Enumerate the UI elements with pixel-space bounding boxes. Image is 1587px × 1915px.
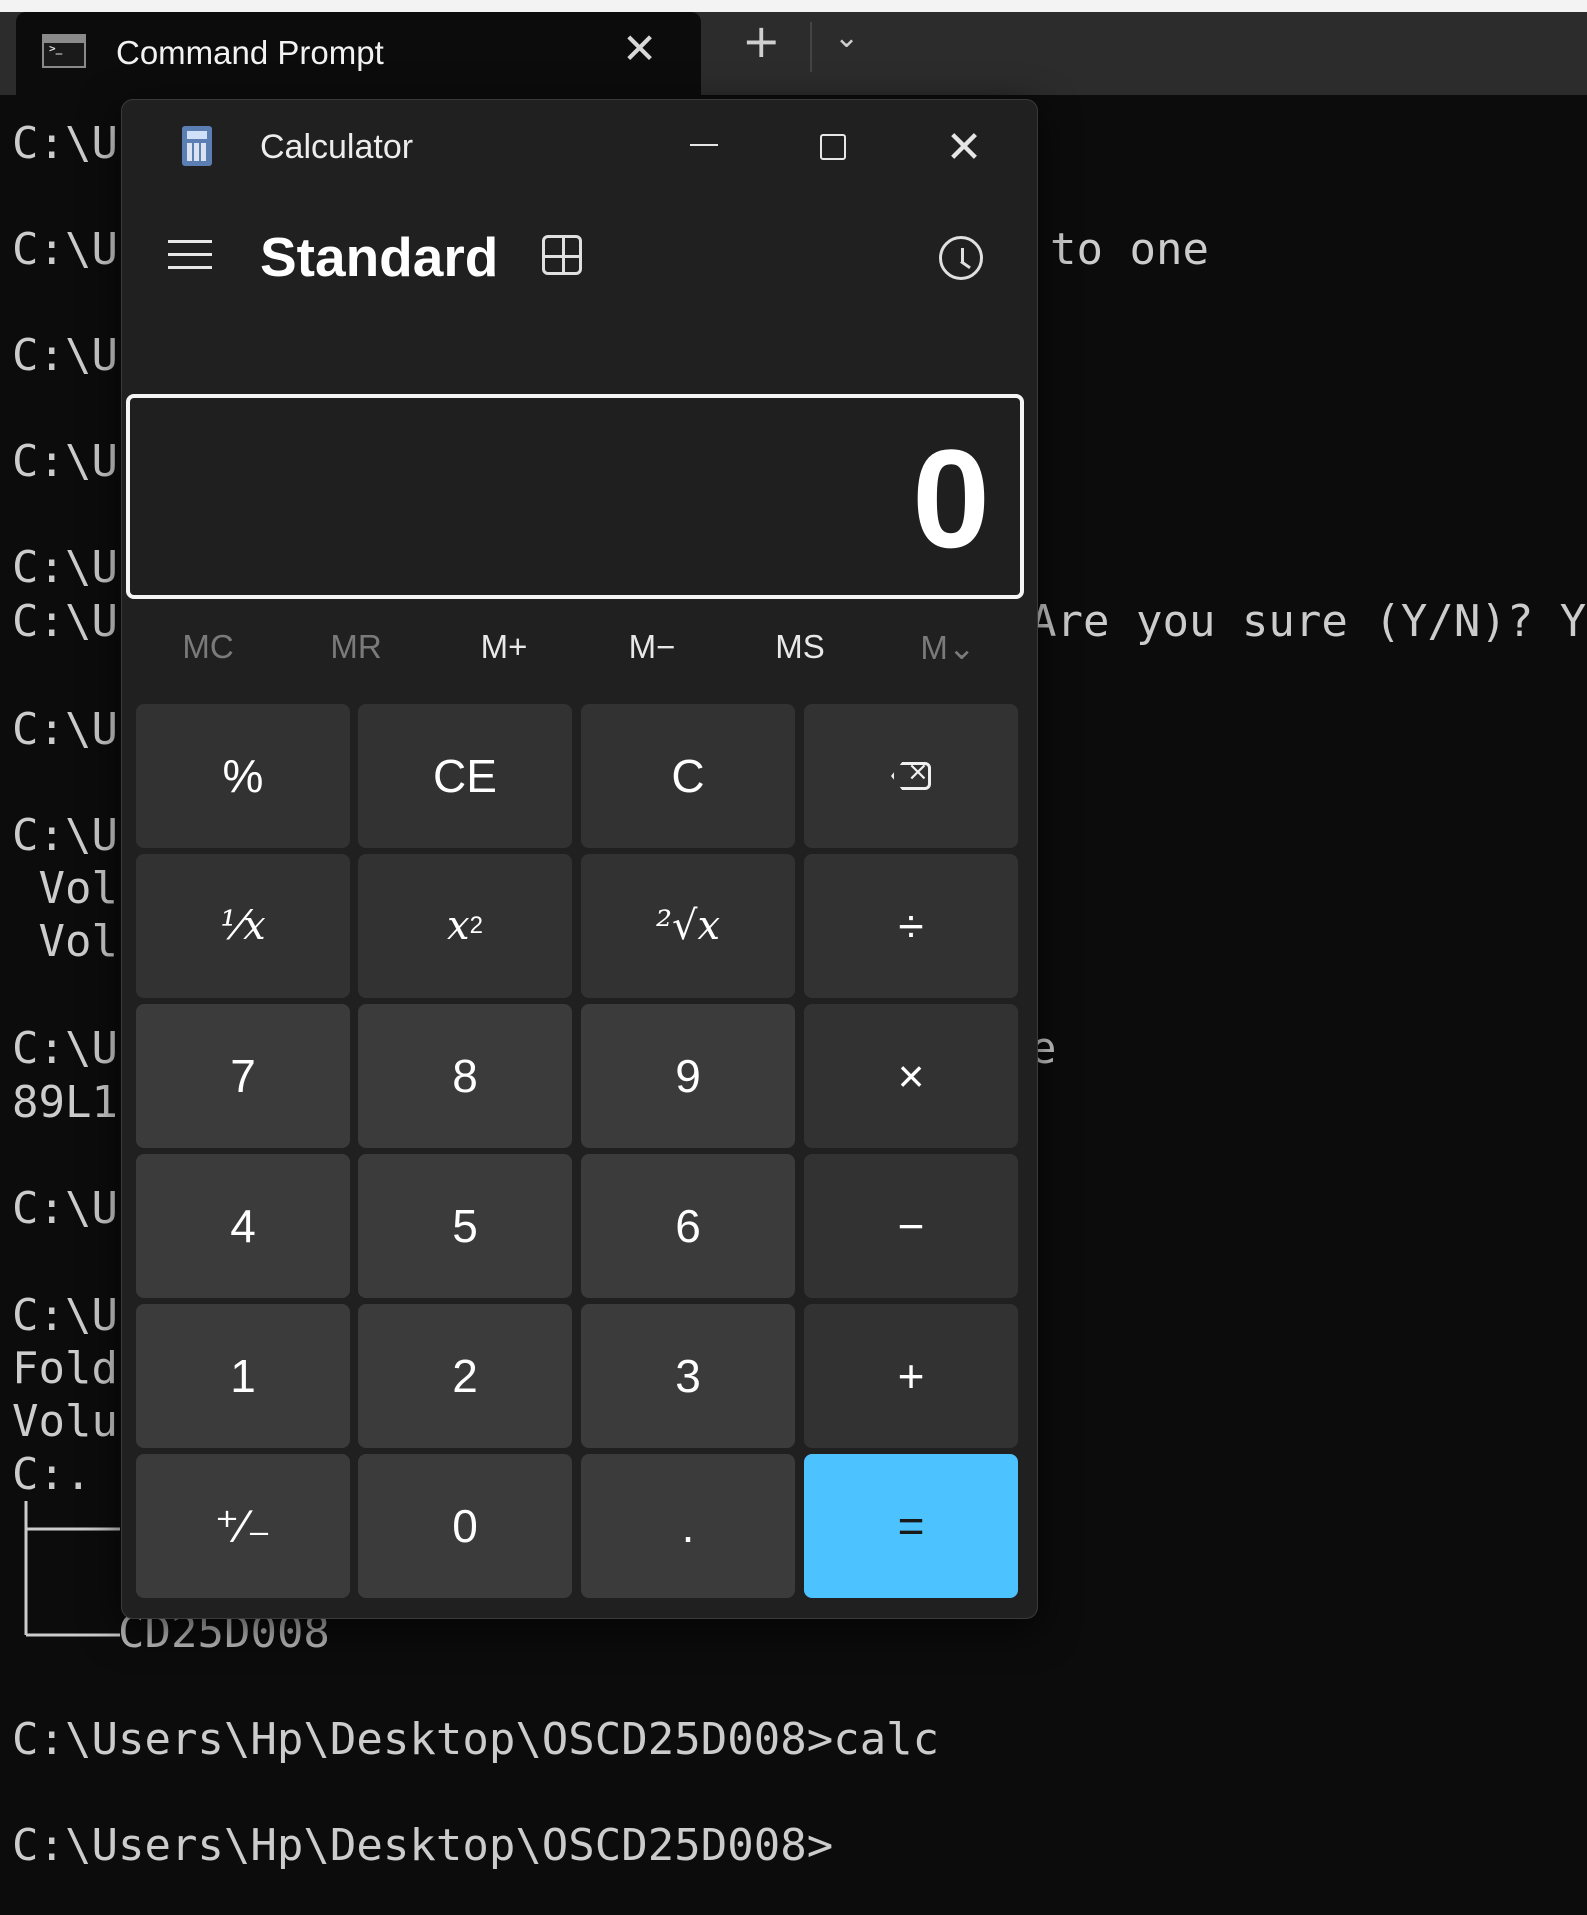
- console-line: C:\U: [12, 542, 118, 593]
- memory-list-button[interactable]: M⌄: [878, 628, 1018, 667]
- square-root-button[interactable]: ²√x: [581, 854, 795, 998]
- digit-2-button[interactable]: 2: [358, 1304, 572, 1448]
- chevron-down-icon[interactable]: ⌄: [834, 20, 859, 55]
- console-line: Volu: [12, 1396, 118, 1447]
- new-tab-button[interactable]: +: [742, 14, 781, 68]
- console-line: C:\U: [12, 704, 118, 755]
- console-line: to one: [1050, 224, 1209, 275]
- clear-button[interactable]: C: [581, 704, 795, 848]
- console-line: C:\U: [12, 810, 118, 861]
- display-value: 0: [912, 420, 990, 577]
- negate-button[interactable]: ⁺∕₋: [136, 1454, 350, 1598]
- console-line: C:\U: [12, 1183, 118, 1234]
- calculator-window: Calculator ✕ Standard 0 MC MR M+ M− MS M…: [121, 99, 1038, 1619]
- console-line: C:.: [12, 1449, 92, 1500]
- console-prompt-calc: C:\Users\Hp\Desktop\OSCD25D008>calc: [12, 1714, 940, 1765]
- history-icon[interactable]: [939, 236, 983, 280]
- square-root-label: ²√x: [655, 903, 721, 949]
- digit-4-button[interactable]: 4: [136, 1154, 350, 1298]
- keep-on-top-icon[interactable]: [542, 235, 586, 279]
- tab-close-icon[interactable]: ✕: [622, 24, 657, 73]
- window-top-edge: [0, 0, 1587, 12]
- multiply-button[interactable]: ×: [804, 1004, 1018, 1148]
- maximize-icon: [820, 134, 846, 160]
- digit-3-button[interactable]: 3: [581, 1304, 795, 1448]
- console-line: 89L1: [12, 1077, 118, 1128]
- memory-subtract-button[interactable]: M−: [582, 628, 722, 666]
- square-button[interactable]: x2: [358, 854, 572, 998]
- digit-5-button[interactable]: 5: [358, 1154, 572, 1298]
- window-title: Calculator: [260, 128, 414, 166]
- backspace-button[interactable]: ×: [804, 704, 1018, 848]
- console-line: Fold: [12, 1343, 118, 1394]
- tab-divider: [810, 22, 812, 72]
- console-line: C:\U: [12, 1023, 118, 1074]
- console-line: C:\U: [12, 1290, 118, 1341]
- decimal-button[interactable]: .: [581, 1454, 795, 1598]
- equals-button[interactable]: =: [804, 1454, 1018, 1598]
- console-prompt[interactable]: C:\Users\Hp\Desktop\OSCD25D008>: [12, 1820, 833, 1872]
- digit-0-button[interactable]: 0: [358, 1454, 572, 1598]
- reciprocal-label: ⅟x: [220, 903, 266, 949]
- mode-title: Standard: [260, 226, 499, 288]
- percent-button[interactable]: %: [136, 704, 350, 848]
- digit-9-button[interactable]: 9: [581, 1004, 795, 1148]
- square-exponent: 2: [469, 912, 483, 939]
- maximize-button[interactable]: [794, 118, 874, 178]
- console-line: C:\U: [12, 118, 118, 169]
- console-line: Are you sure (Y/N)? Y: [1030, 596, 1587, 647]
- reciprocal-button[interactable]: ⅟x: [136, 854, 350, 998]
- digit-1-button[interactable]: 1: [136, 1304, 350, 1448]
- console-line: Vol: [12, 916, 118, 967]
- tab-title: Command Prompt: [116, 34, 384, 71]
- memory-clear-button[interactable]: MC: [138, 628, 278, 666]
- subtract-button[interactable]: −: [804, 1154, 1018, 1298]
- console-line: C:\U: [12, 224, 118, 275]
- clear-entry-button[interactable]: CE: [358, 704, 572, 848]
- console-line: C:\U: [12, 596, 118, 647]
- memory-recall-button[interactable]: MR: [286, 628, 426, 666]
- close-button[interactable]: ✕: [924, 118, 1004, 178]
- minimize-button[interactable]: [664, 118, 744, 178]
- divide-button[interactable]: ÷: [804, 854, 1018, 998]
- console-line: C:\U: [12, 436, 118, 487]
- digit-8-button[interactable]: 8: [358, 1004, 572, 1148]
- menu-icon[interactable]: [168, 238, 212, 272]
- backspace-icon: ×: [891, 757, 931, 790]
- calculator-app-icon: [182, 126, 212, 166]
- console-line: Vol: [12, 863, 118, 914]
- calculator-display: 0: [126, 394, 1024, 599]
- memory-store-button[interactable]: MS: [730, 628, 870, 666]
- add-button[interactable]: +: [804, 1304, 1018, 1448]
- digit-6-button[interactable]: 6: [581, 1154, 795, 1298]
- minimize-icon: [690, 144, 718, 146]
- digit-7-button[interactable]: 7: [136, 1004, 350, 1148]
- command-prompt-icon: [42, 34, 86, 68]
- tab-command-prompt[interactable]: Command Prompt ✕: [16, 12, 701, 95]
- square-label: x: [447, 903, 470, 949]
- memory-add-button[interactable]: M+: [434, 628, 574, 666]
- console-line: C:\U: [12, 330, 118, 381]
- terminal-tabbar: Command Prompt ✕ + ⌄: [0, 0, 1587, 95]
